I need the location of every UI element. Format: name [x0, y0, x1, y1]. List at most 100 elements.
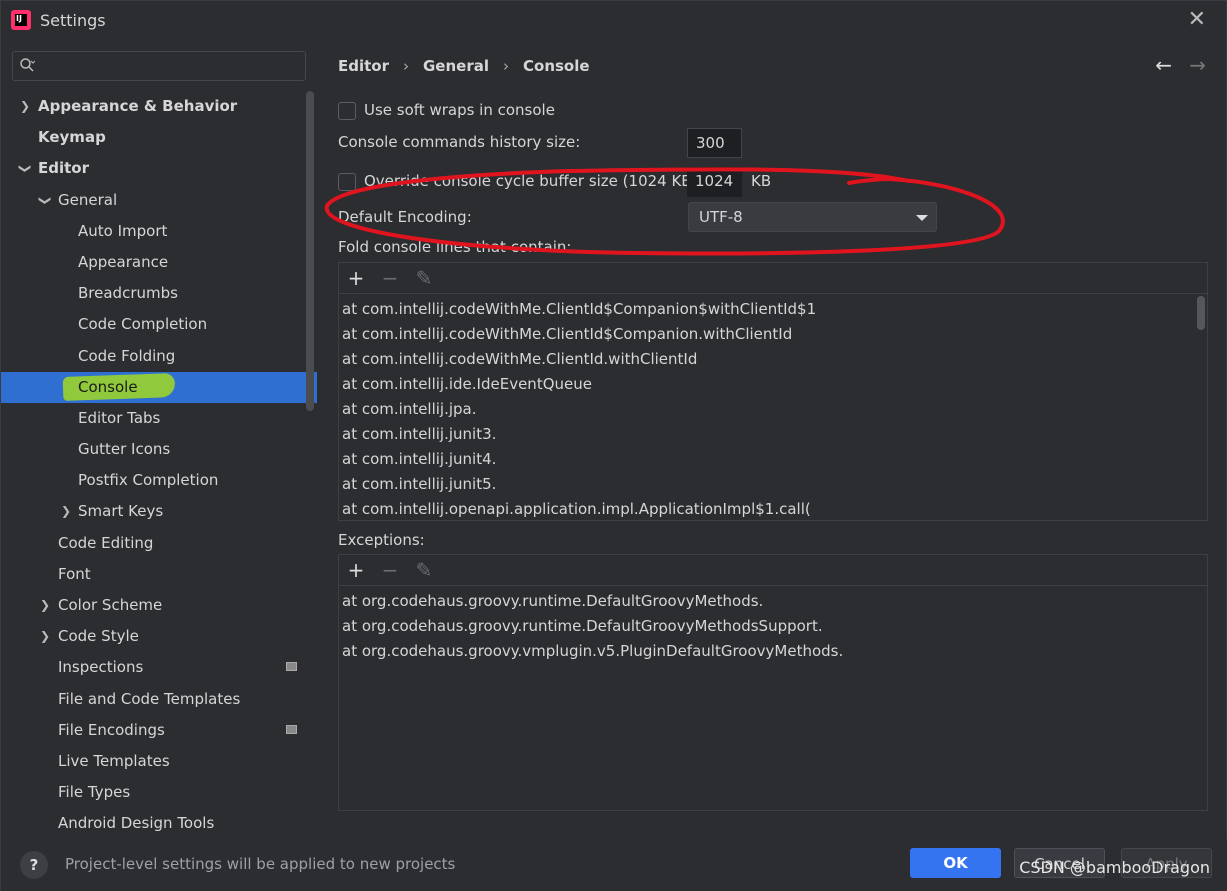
sidebar-scrollbar[interactable] — [306, 91, 314, 411]
sidebar-item-console[interactable]: Console — [1, 371, 317, 403]
project-scope-icon — [286, 724, 297, 734]
default-encoding-label: Default Encoding: — [338, 208, 472, 226]
breadcrumb: Editor › General › Console — [338, 57, 590, 75]
fold-lines-scrollbar[interactable] — [1197, 296, 1205, 330]
sidebar-item-font[interactable]: Font — [1, 559, 317, 590]
sidebar-item-inspections[interactable]: Inspections — [1, 652, 317, 683]
sidebar-item-label: Font — [58, 564, 91, 583]
sidebar-item-label: Inspections — [58, 658, 144, 677]
override-buffer-label: Override console cycle buffer size (1024… — [364, 172, 698, 190]
chevron-right-icon[interactable]: ❯ — [59, 496, 73, 527]
sidebar-item-label: Editor — [38, 159, 89, 178]
list-item[interactable]: at com.intellij.openapi.application.impl… — [339, 497, 1207, 522]
sidebar-item-code-style[interactable]: ❯ Code Style — [1, 621, 317, 652]
sidebar-item-appearance[interactable]: Appearance — [1, 247, 317, 278]
sidebar-item-editor[interactable]: ❯ Editor — [1, 153, 317, 184]
sidebar-item-label: Live Templates — [58, 751, 170, 770]
sidebar-item-label: Editor Tabs — [78, 408, 161, 427]
exceptions-label: Exceptions: — [338, 531, 425, 549]
edit-pencil-icon[interactable]: ✎ — [415, 266, 433, 290]
close-icon[interactable]: ✕ — [1188, 7, 1206, 32]
sidebar-item-code-completion[interactable]: Code Completion — [1, 309, 317, 340]
sidebar-item-file-types[interactable]: File Types — [1, 777, 317, 808]
list-item[interactable]: at com.intellij.codeWithMe.ClientId.with… — [339, 347, 1207, 372]
forward-arrow-icon[interactable]: → — [1189, 53, 1206, 77]
buffer-unit-label: KB — [751, 172, 772, 190]
override-buffer-checkbox[interactable] — [338, 172, 356, 191]
history-size-field[interactable]: 300 — [687, 128, 742, 158]
back-arrow-icon[interactable]: ← — [1155, 53, 1172, 77]
intellij-app-icon: IJ — [11, 10, 31, 30]
chevron-right-icon[interactable]: ❯ — [38, 621, 52, 652]
sidebar-item-editor-tabs[interactable]: Editor Tabs — [1, 403, 317, 434]
sidebar-item-label: Appearance & Behavior — [38, 97, 238, 115]
add-icon[interactable]: + — [347, 266, 365, 290]
sidebar-item-android-design-tools[interactable]: Android Design Tools — [1, 808, 317, 839]
edit-pencil-icon[interactable]: ✎ — [415, 558, 433, 582]
list-item[interactable]: at com.intellij.codeWithMe.ClientId$Comp… — [339, 297, 1207, 322]
sidebar-item-color-scheme[interactable]: ❯ Color Scheme — [1, 590, 317, 621]
breadcrumb-separator-icon: › — [403, 57, 409, 75]
chevron-down-icon[interactable]: ❯ — [10, 162, 41, 176]
sidebar-item-label: Color Scheme — [58, 596, 163, 614]
sidebar-item-label: Gutter Icons — [78, 440, 171, 459]
ok-button[interactable]: OK — [910, 848, 1001, 878]
list-item[interactable]: at org.codehaus.groovy.runtime.DefaultGr… — [339, 589, 1207, 614]
list-item[interactable]: at com.intellij.jpa. — [339, 397, 1207, 422]
sidebar-item-appearance-behavior[interactable]: ❯ Appearance & Behavior — [1, 91, 317, 122]
sidebar-item-file-code-templates[interactable]: File and Code Templates — [1, 684, 317, 715]
list-item[interactable]: at com.intellij.junit3. — [339, 422, 1207, 447]
settings-sidebar: ❯ Appearance & Behavior Keymap ❯ Editor … — [1, 39, 317, 839]
breadcrumb-item[interactable]: Console — [523, 57, 590, 75]
sidebar-item-breadcrumbs[interactable]: Breadcrumbs — [1, 278, 317, 309]
list-item[interactable]: at org.codehaus.groovy.vmplugin.v5.Plugi… — [339, 639, 1207, 664]
chevron-down-icon[interactable]: ❯ — [30, 193, 61, 207]
list-item[interactable]: at com.intellij.junit4. — [339, 447, 1207, 472]
list-item[interactable]: at com.intellij.ide.IdeEventQueue — [339, 372, 1207, 397]
exceptions-toolbar: + − ✎ — [339, 555, 1207, 586]
chevron-right-icon[interactable]: ❯ — [38, 590, 52, 621]
sidebar-item-general[interactable]: ❯ General — [1, 185, 317, 216]
soft-wraps-option[interactable]: Use soft wraps in console — [338, 101, 555, 120]
sidebar-item-label: Android Design Tools — [58, 814, 215, 833]
list-item[interactable]: at com.intellij.codeWithMe.ClientId$Comp… — [339, 322, 1207, 347]
breadcrumb-item[interactable]: Editor — [338, 57, 389, 75]
exceptions-panel: + − ✎ at org.codehaus.groovy.runtime.Def… — [338, 554, 1208, 811]
sidebar-item-label: Breadcrumbs — [78, 284, 178, 303]
breadcrumb-item[interactable]: General — [423, 57, 489, 75]
fold-lines-list: at com.intellij.codeWithMe.ClientId$Comp… — [339, 294, 1207, 522]
sidebar-item-live-templates[interactable]: Live Templates — [1, 746, 317, 777]
fold-lines-label: Fold console lines that contain: — [338, 238, 572, 256]
sidebar-item-code-editing[interactable]: Code Editing — [1, 528, 317, 559]
sidebar-item-auto-import[interactable]: Auto Import — [1, 216, 317, 247]
sidebar-item-code-folding[interactable]: Code Folding — [1, 341, 317, 372]
watermark-text: CSDN @bambooDragon — [1019, 858, 1210, 877]
list-item[interactable]: at com.intellij.junit5. — [339, 472, 1207, 497]
buffer-size-field[interactable]: 1024 — [687, 167, 742, 197]
remove-icon[interactable]: − — [381, 558, 399, 582]
title-bar: IJ Settings ✕ — [1, 1, 1226, 39]
soft-wraps-label: Use soft wraps in console — [364, 101, 555, 119]
sidebar-item-label: Code Folding — [78, 346, 176, 365]
chevron-right-icon[interactable]: ❯ — [18, 91, 32, 122]
help-icon[interactable]: ? — [20, 851, 48, 879]
default-encoding-select[interactable]: UTF-8 — [688, 202, 937, 232]
sidebar-item-file-encodings[interactable]: File Encodings — [1, 715, 317, 746]
search-input[interactable] — [12, 51, 306, 81]
list-item[interactable]: at org.codehaus.groovy.runtime.DefaultGr… — [339, 614, 1207, 639]
sidebar-item-postfix-completion[interactable]: Postfix Completion — [1, 465, 317, 496]
override-buffer-option[interactable]: Override console cycle buffer size (1024… — [338, 172, 697, 191]
window-title: Settings — [40, 11, 106, 30]
sidebar-item-label: Console — [78, 377, 138, 396]
remove-icon[interactable]: − — [381, 266, 399, 290]
sidebar-item-gutter-icons[interactable]: Gutter Icons — [1, 434, 317, 465]
soft-wraps-checkbox[interactable] — [338, 101, 356, 120]
project-scope-icon — [286, 662, 297, 672]
sidebar-item-label: Keymap — [38, 128, 106, 147]
sidebar-item-keymap[interactable]: Keymap — [1, 122, 317, 153]
add-icon[interactable]: + — [347, 558, 365, 582]
sidebar-item-label: Appearance — [78, 252, 169, 271]
breadcrumb-separator-icon: › — [503, 57, 509, 75]
sidebar-item-label: Code Completion — [78, 315, 208, 334]
sidebar-item-smart-keys[interactable]: ❯ Smart Keys — [1, 496, 317, 527]
